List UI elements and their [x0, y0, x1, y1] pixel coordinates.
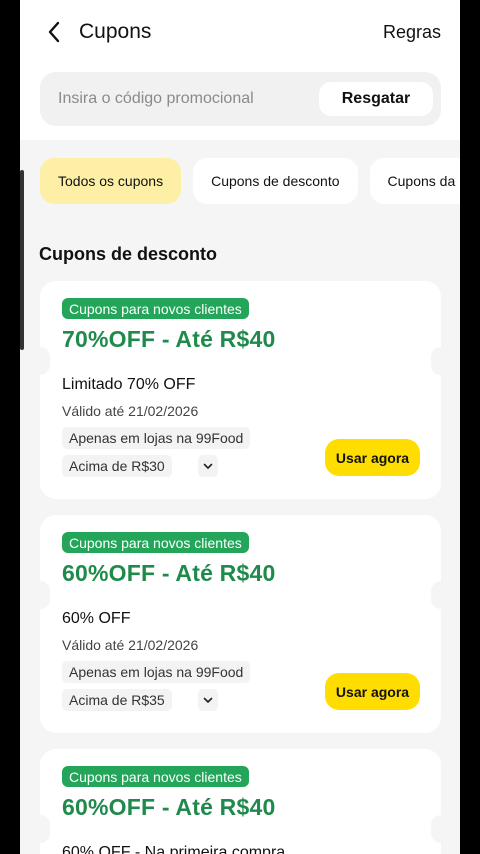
top-bar: Cupons Regras Resgatar	[20, 0, 460, 140]
coupon-description: 60% OFF - Na primeira compra	[62, 844, 286, 854]
new-customer-badge: Cupons para novos clientes	[62, 766, 249, 787]
ticket-notch	[431, 815, 451, 843]
coupons-screen: Cupons Regras Resgatar Todos os cupons C…	[20, 0, 460, 854]
coupon-validity: Válido até 21/02/2026	[62, 403, 199, 419]
store-restriction-chip: Apenas em lojas na 99Food	[62, 661, 251, 683]
coupon-description: 60% OFF	[62, 610, 131, 627]
expand-conditions-button[interactable]	[198, 689, 218, 711]
chevron-down-icon	[203, 463, 213, 469]
use-now-button[interactable]: Usar agora	[325, 673, 420, 710]
tab-store-coupons[interactable]: Cupons da	[369, 158, 460, 204]
back-button[interactable]	[40, 18, 68, 46]
coupon-headline: 70%OFF - Até R$40	[62, 326, 276, 352]
chevron-left-icon	[48, 21, 60, 43]
coupon-headline: 60%OFF - Até R$40	[62, 560, 276, 586]
new-customer-badge: Cupons para novos clientes	[62, 298, 249, 319]
page-title: Cupons	[79, 20, 152, 43]
expand-conditions-button[interactable]	[198, 455, 218, 477]
minimum-order-chip: Acima de R$35	[62, 689, 172, 711]
ticket-notch	[431, 581, 451, 609]
new-customer-badge: Cupons para novos clientes	[62, 532, 249, 553]
ticket-notch	[431, 347, 451, 375]
chevron-down-icon	[203, 697, 213, 703]
promo-code-bar: Resgatar	[40, 72, 441, 126]
coupon-card: Cupons para novos clientes 70%OFF - Até …	[30, 281, 451, 499]
promo-code-input[interactable]	[58, 85, 308, 113]
ticket-notch	[30, 581, 50, 609]
tab-discount-coupons[interactable]: Cupons de desconto	[193, 158, 358, 204]
coupon-headline: 60%OFF - Até R$40	[62, 794, 276, 820]
section-title: Cupons de desconto	[39, 244, 218, 264]
tab-all-coupons[interactable]: Todos os cupons	[40, 158, 182, 204]
redeem-button[interactable]: Resgatar	[319, 82, 433, 116]
coupon-description: Limitado 70% OFF	[62, 376, 196, 393]
coupon-validity: Válido até 21/02/2026	[62, 637, 199, 653]
ticket-notch	[30, 347, 50, 375]
scroll-indicator	[20, 170, 24, 350]
rules-link[interactable]: Regras	[383, 22, 441, 43]
coupon-card: Cupons para novos clientes 60%OFF - Até …	[30, 749, 451, 854]
store-restriction-chip: Apenas em lojas na 99Food	[62, 427, 251, 449]
minimum-order-chip: Acima de R$30	[62, 455, 172, 477]
use-now-button[interactable]: Usar agora	[325, 439, 420, 476]
ticket-notch	[30, 815, 50, 843]
coupon-tabs: Todos os cupons Cupons de desconto Cupon…	[40, 158, 460, 204]
coupon-card: Cupons para novos clientes 60%OFF - Até …	[30, 515, 451, 733]
